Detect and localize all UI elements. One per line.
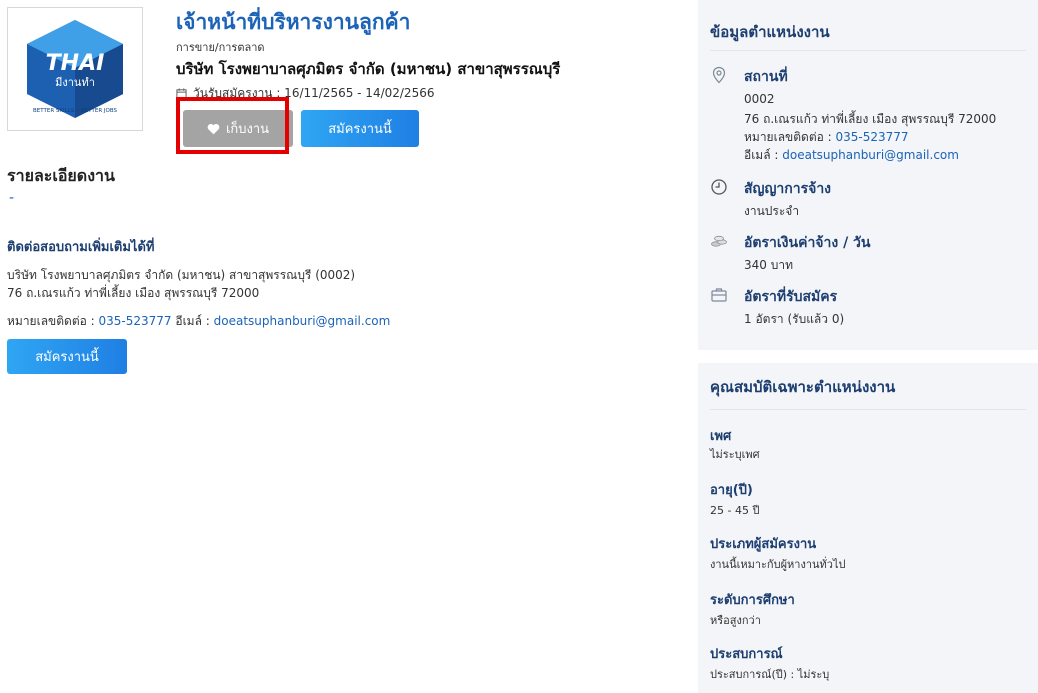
qualification-applicant-type-value: งานนี้เหมาะกับผู้หางานทั่วไป bbox=[710, 558, 846, 571]
location-phone-line: หมายเลขติดต่อ : 035-523777 bbox=[744, 128, 909, 147]
thai-logo-graphic: THAI มีงานทำ BETTER SKILLS • BETTER JOBS bbox=[27, 20, 123, 118]
position-info-card: ข้อมูลตำแหน่งงาน สถานที่ 0002 76 ถ.เณรแก… bbox=[698, 0, 1038, 350]
contract-value: งานประจำ bbox=[744, 204, 800, 218]
job-title: เจ้าหน้าที่บริหารงานลูกค้า bbox=[176, 10, 411, 34]
qualification-age-value: 25 - 45 ปี bbox=[710, 504, 760, 517]
map-pin-icon bbox=[712, 66, 726, 84]
contact-email-link[interactable]: doeatsuphanburi@gmail.com bbox=[214, 314, 391, 328]
qualification-education-value: หรือสูงกว่า bbox=[710, 614, 761, 627]
position-info-title: ข้อมูลตำแหน่งงาน bbox=[710, 23, 830, 41]
wage-label: อัตราเงินค่าจ้าง / วัน bbox=[744, 235, 871, 251]
clock-icon bbox=[711, 179, 727, 195]
highlight-box bbox=[176, 97, 289, 154]
logo-text-sub: มีงานทำ bbox=[55, 76, 95, 89]
location-email-link[interactable]: doeatsuphanburi@gmail.com bbox=[782, 148, 959, 162]
qualification-gender-label: เพศ bbox=[710, 429, 732, 444]
contact-address-line: 76 ถ.เณรแก้ว ท่าพี่เลี้ยง เมือง สุพรรณบุ… bbox=[7, 286, 260, 300]
contract-label: สัญญาการจ้าง bbox=[744, 181, 832, 197]
location-label: สถานที่ bbox=[744, 69, 788, 85]
wage-value: 340 บาท bbox=[744, 258, 793, 272]
coins-icon bbox=[711, 235, 727, 247]
company-logo: THAI มีงานทำ BETTER SKILLS • BETTER JOBS bbox=[7, 7, 143, 131]
contact-phone-email-line: หมายเลขติดต่อ : 035-523777 อีเมล์ : doea… bbox=[7, 312, 390, 331]
company-name: บริษัท โรงพยาบาลศุภมิตร จำกัด (มหาชน) สา… bbox=[176, 60, 561, 78]
qualification-education-label: ระดับการศึกษา bbox=[710, 593, 795, 608]
card-divider bbox=[710, 409, 1026, 410]
contact-phone-link[interactable]: 035-523777 bbox=[99, 314, 172, 328]
contact-phone-label: หมายเลขติดต่อ : bbox=[7, 314, 99, 328]
logo-text-main: THAI bbox=[46, 51, 105, 76]
job-details-body: - bbox=[9, 190, 15, 206]
qualification-gender-value: ไม่ระบุเพศ bbox=[710, 448, 760, 461]
job-category: การขาย/การตลาด bbox=[176, 41, 265, 54]
job-details-heading: รายละเอียดงาน bbox=[7, 166, 115, 185]
logo-ring-text: BETTER SKILLS • BETTER JOBS bbox=[33, 108, 118, 114]
card-divider bbox=[710, 50, 1026, 51]
apply-job-button[interactable]: สมัครงานนี้ bbox=[301, 110, 419, 147]
openings-label: อัตราที่รับสมัคร bbox=[744, 289, 838, 305]
location-phone-label: หมายเลขติดต่อ : bbox=[744, 130, 836, 144]
qualification-experience-label: ประสบการณ์ bbox=[710, 647, 783, 662]
briefcase-icon bbox=[711, 288, 727, 302]
location-email-line: อีเมล์ : doeatsuphanburi@gmail.com bbox=[744, 146, 959, 165]
contact-company-line: บริษัท โรงพยาบาลศุภมิตร จำกัด (มหาชน) สา… bbox=[7, 268, 356, 282]
openings-value: 1 อัตรา (รับแล้ว 0) bbox=[744, 312, 845, 326]
location-address: 76 ถ.เณรแก้ว ท่าพี่เลี้ยง เมือง สุพรรณบุ… bbox=[744, 112, 997, 126]
qualification-applicant-type-label: ประเภทผู้สมัครงาน bbox=[710, 537, 817, 552]
qualifications-title: คุณสมบัติเฉพาะตำแหน่งงาน bbox=[710, 378, 896, 396]
qualification-experience-value: ประสบการณ์(ปี) : ไม่ระบุ bbox=[710, 668, 830, 681]
location-email-label: อีเมล์ : bbox=[744, 148, 783, 162]
apply-job-button-bottom[interactable]: สมัครงานนี้ bbox=[7, 339, 127, 374]
qualifications-card: คุณสมบัติเฉพาะตำแหน่งงาน เพศ ไม่ระบุเพศ … bbox=[698, 363, 1038, 693]
location-phone-link[interactable]: 035-523777 bbox=[836, 130, 909, 144]
contact-email-label: อีเมล์ : bbox=[171, 314, 214, 328]
location-code: 0002 bbox=[744, 92, 775, 106]
contact-heading: ติดต่อสอบถามเพิ่มเติมได้ที่ bbox=[7, 240, 155, 255]
qualification-age-label: อายุ(ปี) bbox=[710, 483, 753, 498]
